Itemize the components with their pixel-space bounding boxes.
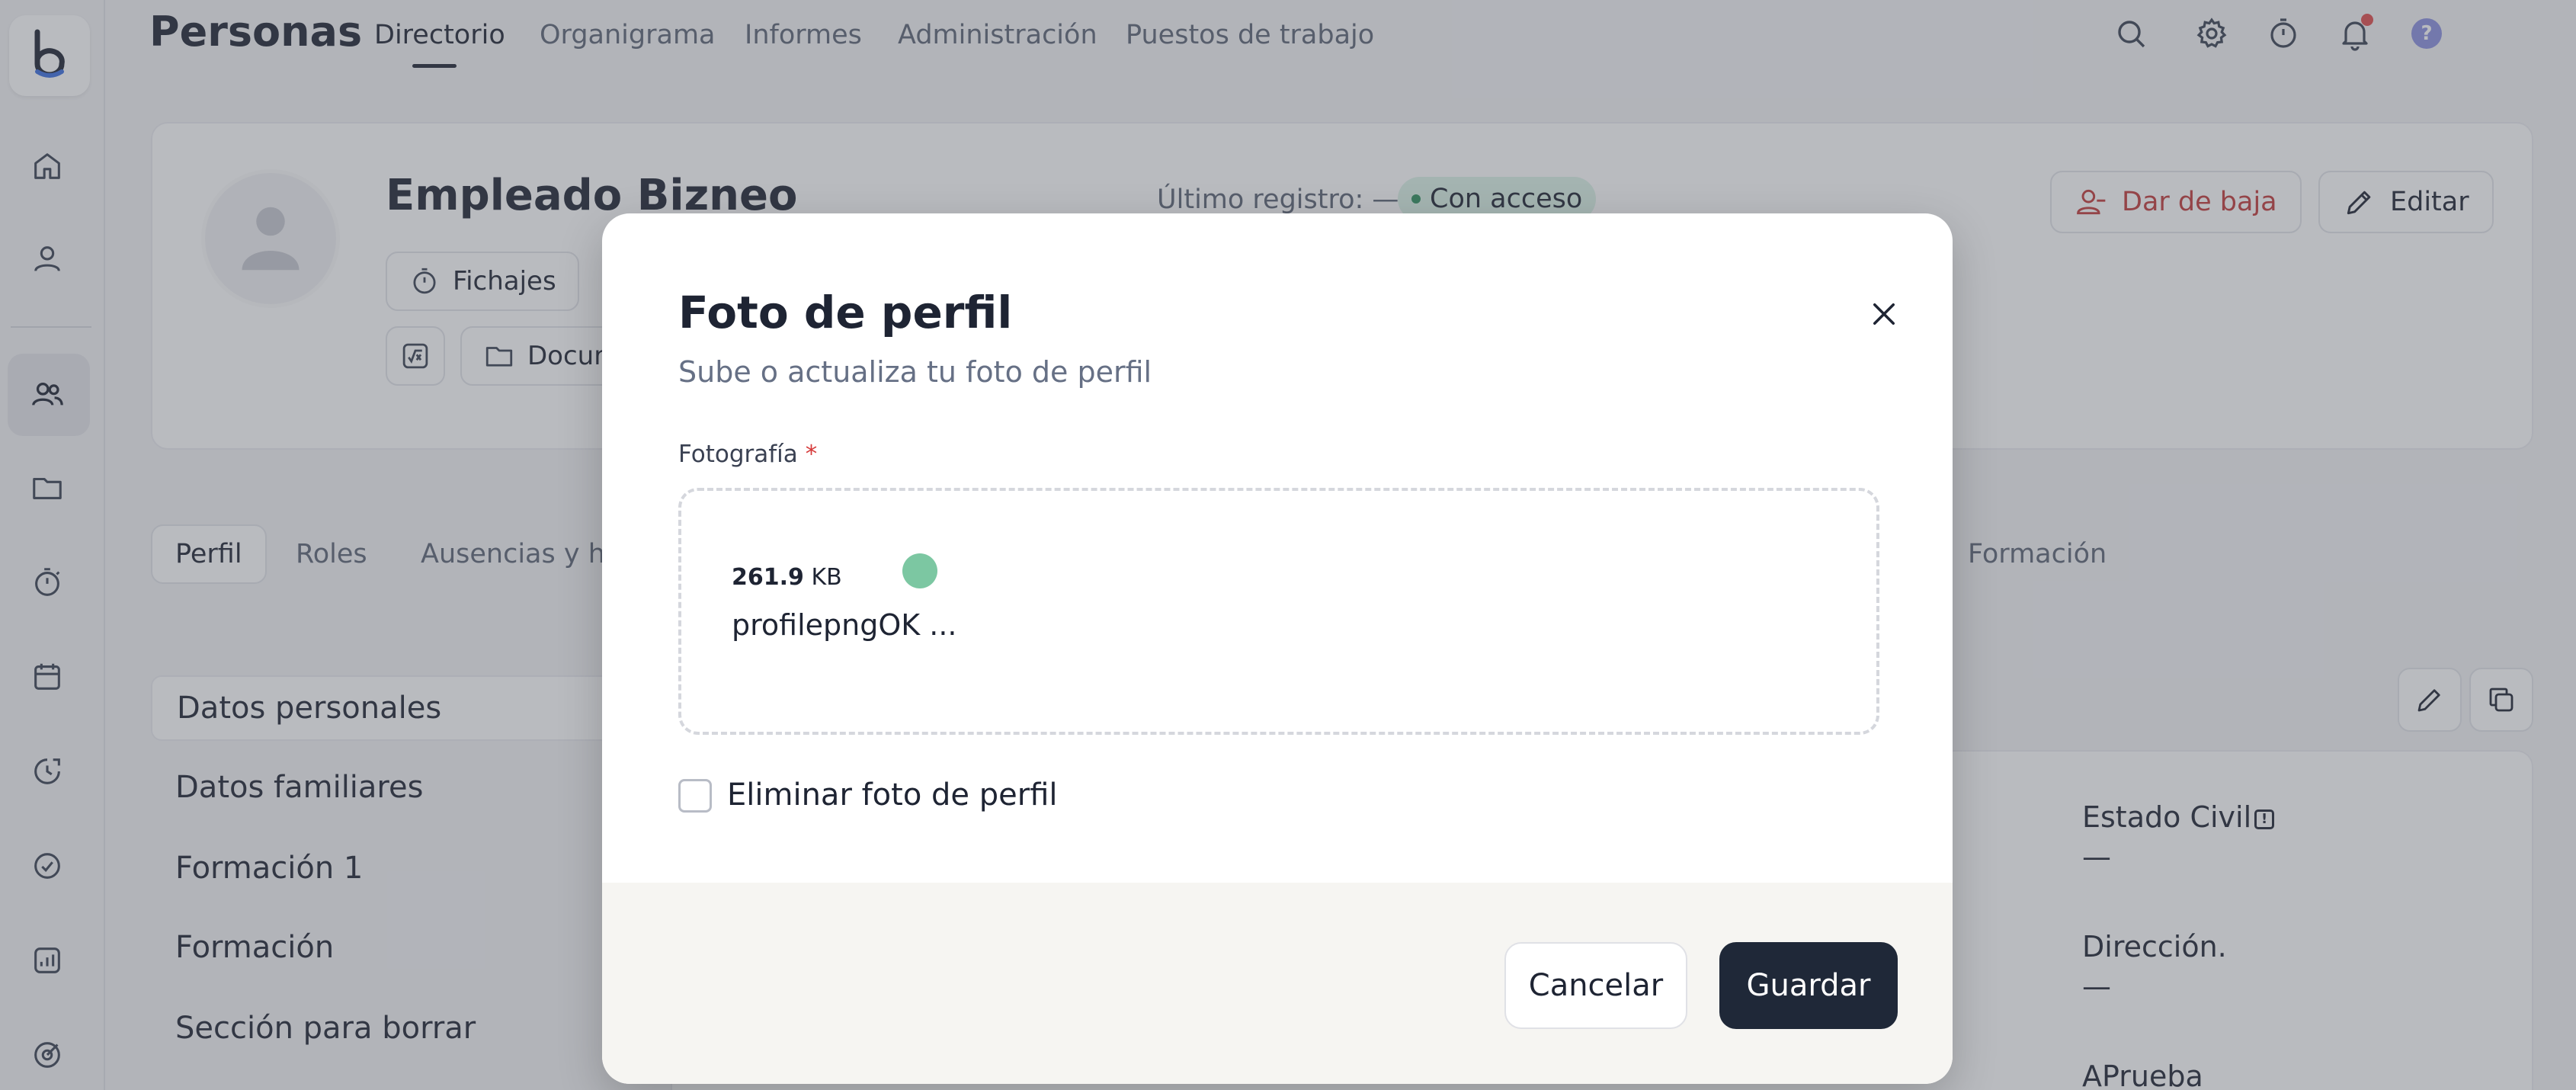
upload-status-dot <box>902 553 937 588</box>
remove-photo-label[interactable]: Eliminar foto de perfil <box>727 777 1058 813</box>
file-name: profilepngOK ... <box>732 608 957 642</box>
close-icon <box>1873 303 1895 325</box>
required-mark: * <box>805 441 818 468</box>
file-size-value: 261.9 <box>732 564 804 591</box>
photo-field-text: Fotografía <box>678 441 798 468</box>
modal-title: Foto de perfil <box>678 287 1013 338</box>
cancel-button[interactable]: Cancelar <box>1504 942 1687 1029</box>
remove-photo-checkbox[interactable] <box>678 779 712 813</box>
file-size-unit: KB <box>811 564 842 591</box>
photo-dropzone[interactable]: 261.9 KB profilepngOK ... <box>678 488 1879 735</box>
file-size: 261.9 KB <box>732 564 842 591</box>
modal-subtitle: Sube o actualiza tu foto de perfil <box>678 355 1152 389</box>
profile-photo-modal: Foto de perfil Sube o actualiza tu foto … <box>602 213 1953 1084</box>
save-button[interactable]: Guardar <box>1719 942 1898 1029</box>
photo-field-label: Fotografía * <box>678 441 817 468</box>
close-button[interactable] <box>1860 290 1908 338</box>
